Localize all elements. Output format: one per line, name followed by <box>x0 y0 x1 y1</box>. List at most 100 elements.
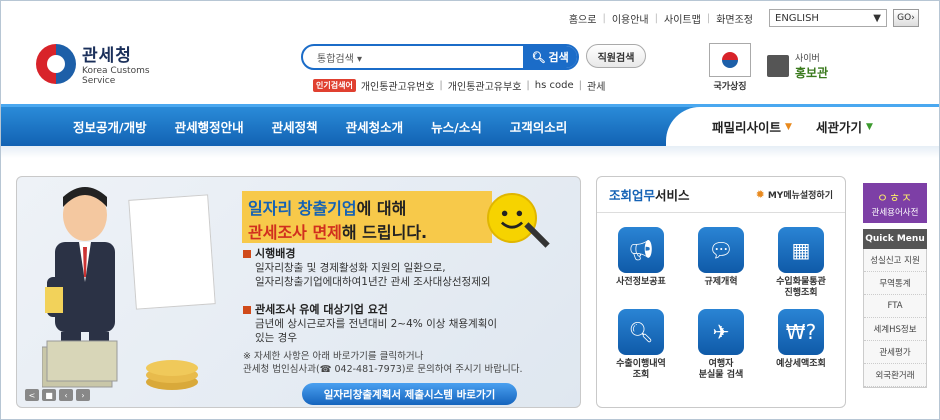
requirement-text-1: 금년에 상시근로자를 전년대비 2~4% 이상 채용계획이 <box>255 318 498 330</box>
sitemap-link[interactable]: 사이트맵 <box>664 11 701 26</box>
dropdown-arrow-icon: ▾ <box>357 53 363 65</box>
popular-term[interactable]: 관세 <box>587 78 605 93</box>
pr-hall-label: 홍보관 <box>795 66 829 80</box>
nav-item-info-disclosure[interactable]: 정보공개/개방 <box>59 107 161 146</box>
main-banner[interactable]: 일자리 창출기업에 대해 관세조사 면제해 드립니다. 시행배경 일자리창출 및… <box>16 176 581 408</box>
background-section: 시행배경 일자리창출 및 경제활성화 지원의 일환으로, 일자리창출기업에대하여… <box>243 247 491 289</box>
banner-note: ※ 자세한 사항은 아래 바로가기를 클릭하거나 관세청 법인심사과(☎ 042… <box>243 350 522 376</box>
utility-bar: 홈으로 | 이용안내 | 사이트맵 | 화면조정 ENGLISH ▼ GO › <box>569 9 919 27</box>
customs-office-label: 세관가기 <box>815 120 862 135</box>
quick-menu-title: Quick Menu <box>863 229 927 249</box>
dictionary-label: 관세용어사전 <box>871 207 919 218</box>
korean-flag-icon <box>709 43 751 77</box>
nav-item-news[interactable]: 뉴스/소식 <box>417 107 496 146</box>
national-symbol-label: 국가상징 <box>713 82 747 92</box>
site-logo[interactable]: 관세청 Korea Customs Service <box>36 41 150 86</box>
service-label: 예상세액조회 <box>776 359 826 369</box>
cyber-label: 사이버 <box>795 54 820 64</box>
national-symbol-link[interactable]: 국가상징 <box>707 43 753 92</box>
inquiry-services-panel: 조회업무서비스 MY메뉴설정하기 📢︎ 사전정보공표 💬︎ 규제개혁 ▦ 수입화… <box>596 176 846 408</box>
won-question-icon: ₩? <box>778 309 824 355</box>
search-scope-select[interactable]: 통합검색 ▾ <box>303 50 391 65</box>
nav-item-customs-policy[interactable]: 관세정책 <box>258 107 332 146</box>
quick-menu: ㅇㅎㅈ 관세용어사전 Quick Menu 성실신고 지원 무역통계 FTA 세… <box>863 183 927 388</box>
chevron-down-icon: ▼ <box>873 12 881 24</box>
quick-item-fta[interactable]: FTA <box>864 295 926 318</box>
chevron-down-icon: ▼ <box>865 121 873 132</box>
cyber-pr-link[interactable]: 사이버 홍보관 <box>767 51 828 81</box>
page-frame: 홈으로 | 이용안내 | 사이트맵 | 화면조정 ENGLISH ▼ GO › 관세청 … <box>0 0 940 420</box>
popular-term[interactable]: 개인통관고유부호 <box>448 78 522 93</box>
logo-english-2: Service <box>82 76 116 86</box>
background-title: 시행배경 <box>243 247 491 261</box>
headline-text-1: 에 대해 <box>356 199 407 218</box>
requirement-title: 관세조사 유예 대상기업 요건 <box>243 303 497 317</box>
customs-dictionary-button[interactable]: ㅇㅎㅈ 관세용어사전 <box>863 183 927 223</box>
home-link[interactable]: 홈으로 <box>569 11 597 26</box>
services-title-a: 조회업무 <box>609 188 656 203</box>
slide-next-button[interactable]: › <box>76 389 90 401</box>
service-label: 규제개혁 <box>704 277 738 287</box>
kcs-emblem-icon <box>36 43 76 84</box>
service-lost-luggage[interactable]: ✈ 여행자 분실물 검색 <box>681 309 761 381</box>
service-label: 수입화물통관 <box>776 277 826 287</box>
background-text-2: 일자리창출기업에대하여1년간 관세 조사대상선정제외 <box>255 276 491 288</box>
my-menu-settings-button[interactable]: MY메뉴설정하기 <box>756 188 833 201</box>
service-prior-info[interactable]: 📢︎ 사전정보공표 <box>601 227 681 299</box>
service-tax-estimate[interactable]: ₩? 예상세액조회 <box>761 309 841 381</box>
chevron-right-icon: › <box>911 13 915 23</box>
family-site-menu[interactable]: 패밀리사이트 ▼ <box>700 117 804 136</box>
logo-korean: 관세청 <box>82 46 132 66</box>
note-line-1: ※ 자세한 사항은 아래 바로가기를 클릭하거나 <box>243 351 424 362</box>
nav-shadow <box>1 146 939 158</box>
magnifier-icon: 🔍︎ <box>618 309 664 355</box>
search-button[interactable]: 🔍︎ 검색 <box>523 46 577 68</box>
customs-office-menu[interactable]: 세관가기 ▼ <box>804 117 885 136</box>
airplane-luggage-icon: ✈ <box>698 309 744 355</box>
search-scope-label: 통합검색 <box>317 53 354 65</box>
submission-system-button[interactable]: 일자리창출계획서 제출시스템 바로가기 <box>302 383 517 405</box>
requirement-text-2: 있는 경우 <box>255 332 297 344</box>
service-label: 분실물 검색 <box>698 370 744 380</box>
background-text-1: 일자리창출 및 경제활성화 지원의 일환으로, <box>255 262 446 274</box>
search-icon: 🔍︎ <box>531 50 546 64</box>
headline-highlight-1: 일자리 창출기업 <box>248 199 357 218</box>
slide-back-button[interactable]: ‹ <box>59 389 73 401</box>
quick-item-faithful-report[interactable]: 성실신고 지원 <box>864 249 926 272</box>
popular-term[interactable]: hs code <box>535 80 574 91</box>
nav-item-customs-admin[interactable]: 관세행정안내 <box>161 107 258 146</box>
quick-item-world-hs[interactable]: 세계HS정보 <box>864 318 926 341</box>
services-title-b: 서비스 <box>655 188 690 203</box>
slide-prev-button[interactable]: < <box>25 389 39 401</box>
boxes-search-icon: ▦ <box>778 227 824 273</box>
requirement-section: 관세조사 유예 대상기업 요건 금년에 상시근로자를 전년대비 2~4% 이상 … <box>243 303 497 345</box>
slide-stop-button[interactable]: ■ <box>42 389 56 401</box>
zoom-link[interactable]: 화면조정 <box>716 11 753 26</box>
quick-item-valuation[interactable]: 관세평가 <box>864 341 926 364</box>
nav-item-customer-voice[interactable]: 고객의소리 <box>496 107 582 146</box>
banner-headline: 일자리 창출기업에 대해 관세조사 면제해 드립니다. <box>242 191 492 243</box>
headline-text-2: 해 드립니다. <box>341 223 428 242</box>
service-export-history[interactable]: 🔍︎ 수출이행내역 조회 <box>601 309 681 381</box>
language-select[interactable]: ENGLISH ▼ <box>769 9 887 27</box>
main-navigation: 정보공개/개방 관세행정안내 관세정책 관세청소개 뉴스/소식 고객의소리 패밀… <box>1 104 939 146</box>
service-label: 여행자 <box>708 359 734 369</box>
staff-search-button[interactable]: 직원검색 <box>586 44 646 68</box>
go-button[interactable]: GO › <box>893 9 919 27</box>
language-value: ENGLISH <box>775 12 819 24</box>
megaphone-icon: 📢︎ <box>618 227 664 273</box>
service-regulation-reform[interactable]: 💬︎ 규제개혁 <box>681 227 761 299</box>
guide-link[interactable]: 이용안내 <box>612 11 649 26</box>
document-illustration <box>128 194 216 310</box>
search-input[interactable] <box>391 46 524 68</box>
go-label: GO <box>897 13 912 23</box>
search-button-label: 검색 <box>548 51 569 64</box>
speech-bubble-icon: 💬︎ <box>698 227 744 273</box>
quick-item-trade-stats[interactable]: 무역통계 <box>864 272 926 295</box>
service-import-clearance[interactable]: ▦ 수입화물통관 진행조회 <box>761 227 841 299</box>
nav-item-about[interactable]: 관세청소개 <box>332 107 418 146</box>
quick-item-forex[interactable]: 외국환거래 <box>864 364 926 387</box>
popular-term[interactable]: 개인통관고유번호 <box>361 78 435 93</box>
popular-searches: 인기검색어 개인통관고유번호 | 개인통관고유부호 | hs code | 관세 <box>313 78 605 93</box>
search-box: 통합검색 ▾ 🔍︎ 검색 <box>301 44 579 70</box>
